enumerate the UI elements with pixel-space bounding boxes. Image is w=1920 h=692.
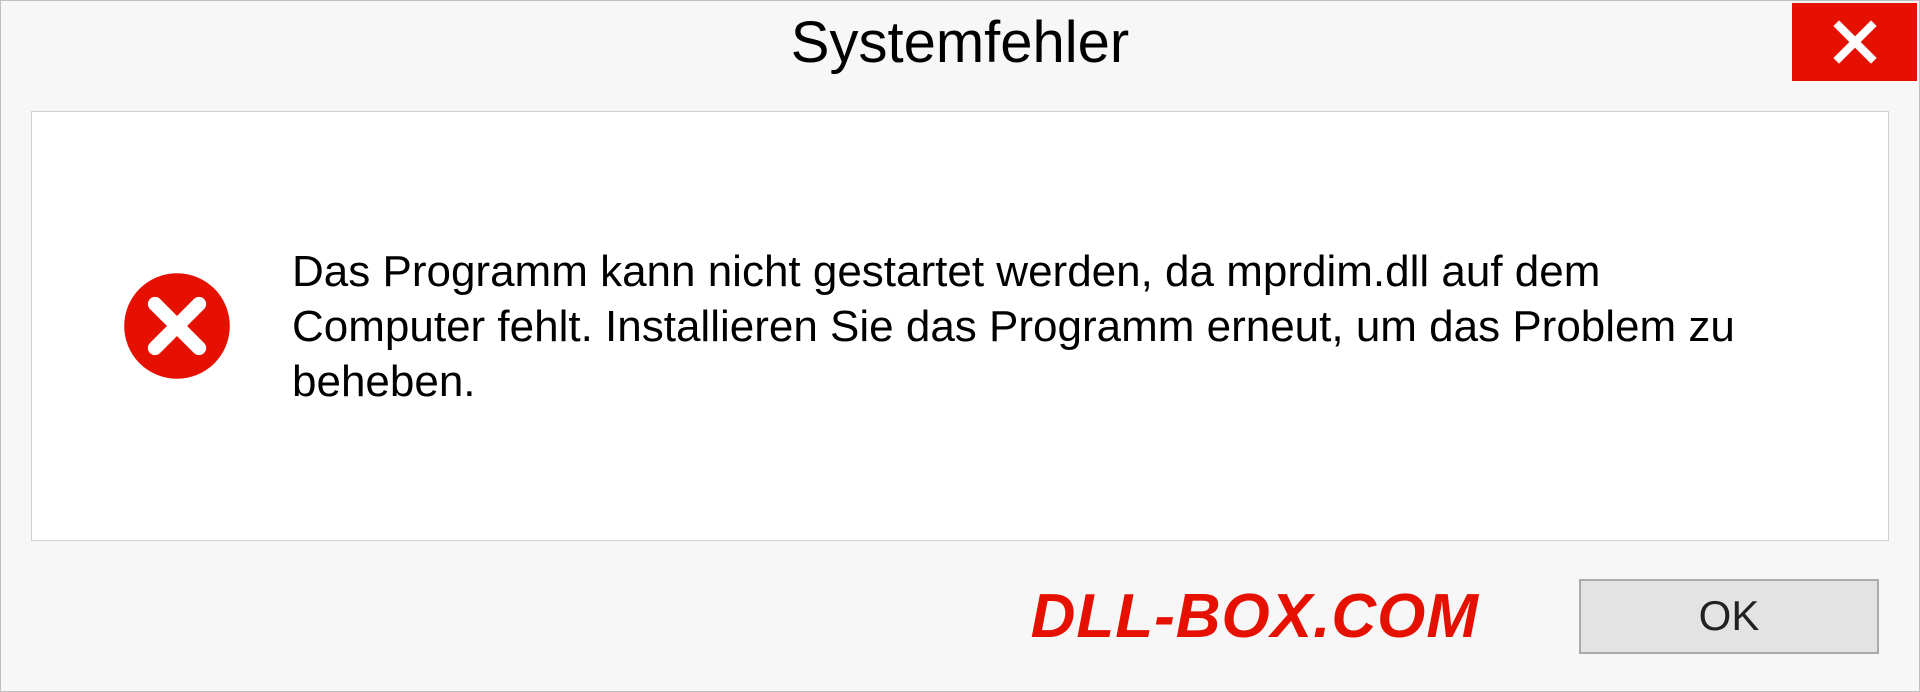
close-button[interactable] bbox=[1792, 3, 1917, 81]
footer: DLL-BOX.COM OK bbox=[1, 541, 1919, 691]
watermark-text: DLL-BOX.COM bbox=[1031, 581, 1479, 652]
error-message: Das Programm kann nicht gestartet werden… bbox=[292, 244, 1848, 409]
error-icon bbox=[122, 271, 232, 381]
error-dialog: Systemfehler Das Programm kann nicht ges… bbox=[0, 0, 1920, 692]
titlebar: Systemfehler bbox=[1, 1, 1919, 111]
ok-button[interactable]: OK bbox=[1579, 579, 1879, 654]
close-icon bbox=[1831, 18, 1879, 66]
dialog-title: Systemfehler bbox=[791, 9, 1129, 76]
content-area: Das Programm kann nicht gestartet werden… bbox=[31, 111, 1889, 541]
